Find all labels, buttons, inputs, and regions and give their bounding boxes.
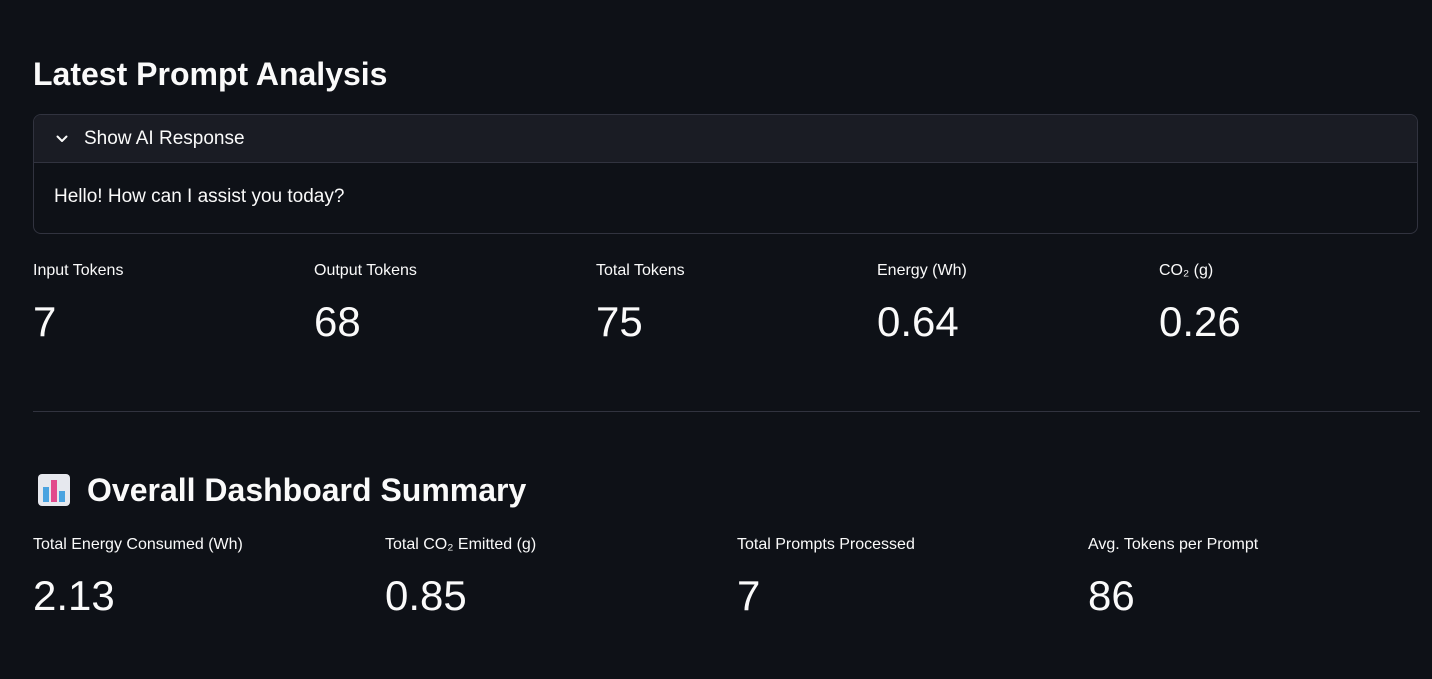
latest-prompt-heading: Latest Prompt Analysis	[33, 56, 388, 92]
metric-label: CO₂ (g)	[1159, 262, 1214, 279]
summary-title-text: Overall Dashboard Summary	[87, 472, 527, 508]
metric-value: 86	[1088, 572, 1135, 619]
metric-input-tokens: Input Tokens 7	[33, 261, 123, 347]
metric-label: Total CO₂ Emitted (g)	[385, 536, 537, 553]
metric-value: 2.13	[33, 572, 115, 619]
metric-value: 0.85	[385, 572, 467, 619]
metric-value: 68	[314, 298, 361, 345]
section-divider	[33, 411, 1420, 412]
metric-label: Energy (Wh)	[877, 262, 967, 279]
metric-label: Total Prompts Processed	[737, 536, 915, 553]
metric-value: 7	[33, 298, 57, 345]
bar-chart-icon	[37, 473, 71, 507]
metric-total-co2: Total CO₂ Emitted (g) 0.85	[385, 535, 536, 621]
metric-value: 75	[596, 298, 643, 345]
metric-avg-tokens: Avg. Tokens per Prompt 86	[1088, 535, 1258, 621]
metric-label: Avg. Tokens per Prompt	[1088, 536, 1259, 553]
summary-heading: Overall Dashboard Summary	[37, 470, 526, 510]
metric-label: Total Energy Consumed (Wh)	[33, 536, 243, 553]
metric-value: 0.64	[877, 298, 959, 345]
metric-energy: Energy (Wh) 0.64	[877, 261, 967, 347]
metric-label: Input Tokens	[33, 262, 124, 279]
metric-label: Output Tokens	[314, 262, 417, 279]
metric-co2: CO₂ (g) 0.26	[1159, 261, 1241, 347]
ai-response-text: Hello! How can I assist you today?	[54, 186, 345, 207]
metric-total-prompts: Total Prompts Processed 7	[737, 535, 915, 621]
metric-value: 7	[737, 572, 761, 619]
metric-total-tokens: Total Tokens 75	[596, 261, 685, 347]
metric-label: Total Tokens	[596, 262, 685, 279]
ai-response-expander: Show AI Response Hello! How can I assist…	[33, 114, 1418, 234]
ai-response-expander-header[interactable]: Show AI Response	[34, 115, 1417, 163]
metric-total-energy: Total Energy Consumed (Wh) 2.13	[33, 535, 243, 621]
metric-output-tokens: Output Tokens 68	[314, 261, 417, 347]
metric-value: 0.26	[1159, 298, 1241, 345]
dashboard-page: Latest Prompt Analysis Show AI Response …	[0, 0, 1432, 679]
chevron-down-icon	[55, 132, 69, 146]
expander-label: Show AI Response	[84, 127, 245, 149]
